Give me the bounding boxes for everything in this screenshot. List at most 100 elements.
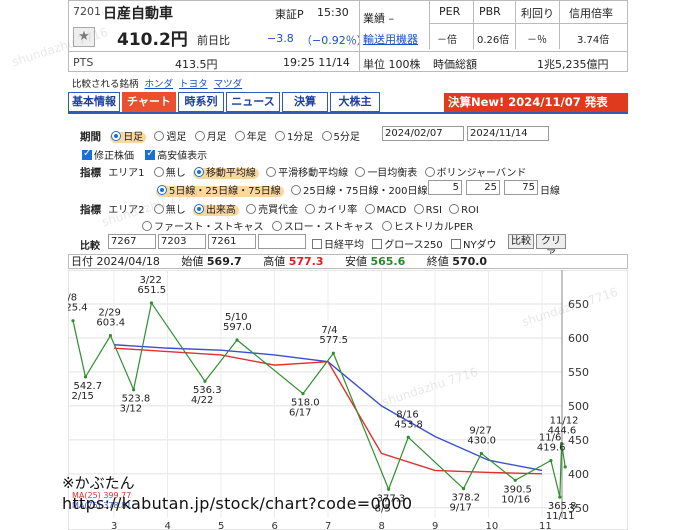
y-tick-label: 500 bbox=[568, 400, 589, 413]
checkbox-icon bbox=[450, 239, 461, 249]
area1-ichimoku-label: 一目均衡表 bbox=[367, 168, 418, 179]
ma-set-5-25-75[interactable]: 5日線・25日線・75日線 bbox=[156, 185, 284, 197]
yield-label: 利回り bbox=[521, 7, 554, 20]
area1-ichimoku[interactable]: 一目均衡表 bbox=[355, 167, 418, 179]
clear-button[interactable]: クリア bbox=[536, 234, 566, 260]
x-tick-label: 7 bbox=[325, 521, 331, 530]
option-row: 修正株価 高安値表示 bbox=[82, 147, 207, 162]
compare-link-toyota[interactable]: トヨタ bbox=[179, 79, 208, 90]
area1-smooth-ma[interactable]: 平滑移動平均線 bbox=[266, 167, 348, 179]
industry-link[interactable]: 輸送用機器 bbox=[363, 31, 418, 47]
tab-earnings[interactable]: 決算 bbox=[282, 92, 328, 112]
pts-time: 19:25 11/14 bbox=[283, 56, 350, 69]
radio-icon bbox=[153, 167, 164, 177]
ma-custom-3-input[interactable]: 75 bbox=[504, 180, 538, 195]
ma-custom-2-input[interactable]: 25 bbox=[466, 180, 500, 195]
price-point bbox=[132, 388, 136, 392]
yield-value: －％ bbox=[527, 35, 547, 46]
area2-deviation-label: カイリ率 bbox=[317, 205, 358, 216]
period-monthly[interactable]: 月足 bbox=[194, 131, 227, 143]
price-point bbox=[563, 465, 567, 469]
area2-slow-stoch[interactable]: スロー・ストキャス bbox=[271, 221, 374, 233]
period-weekly[interactable]: 週足 bbox=[154, 131, 187, 143]
annotation-value: 9/17 bbox=[450, 503, 472, 514]
source-url: https://kabutan.jp/stock/chart?code=0000 bbox=[62, 494, 413, 513]
area1-bollinger-label: ボリンジャーバンド bbox=[436, 168, 527, 179]
compare-label: 比較される銘柄 bbox=[72, 79, 139, 90]
area2-hist-per[interactable]: ヒストリカルPER bbox=[381, 221, 473, 233]
price-point bbox=[513, 478, 517, 482]
pts-price: 413.5円 bbox=[175, 58, 218, 71]
price-point bbox=[461, 487, 466, 491]
growth-checkbox[interactable]: グロース250 bbox=[372, 239, 443, 251]
market-cap-value: 1兆5,235億円 bbox=[537, 58, 609, 71]
nikkei-checkbox[interactable]: 日経平均 bbox=[312, 239, 364, 251]
compare-code-1-input[interactable]: 7267 bbox=[108, 234, 156, 249]
stock-code: 7201 bbox=[73, 5, 101, 18]
checkbox-icon bbox=[82, 148, 92, 160]
area1-ma-label: 移動平均線 bbox=[205, 168, 256, 179]
compare-code-4-input[interactable] bbox=[258, 234, 306, 249]
period-weekly-label: 週足 bbox=[166, 132, 187, 143]
radio-icon bbox=[355, 167, 366, 177]
period-monthly-label: 月足 bbox=[206, 132, 227, 143]
area1-none[interactable]: 無し bbox=[153, 167, 186, 179]
favorite-star-icon[interactable]: ★ bbox=[73, 27, 95, 47]
area2-macd[interactable]: MACD bbox=[364, 204, 406, 216]
period-5min[interactable]: 5分足 bbox=[321, 131, 360, 143]
tab-news[interactable]: ニュース bbox=[226, 92, 280, 112]
industry-label: 業績 – bbox=[363, 12, 394, 25]
price-change-pct: （−0.92％） bbox=[301, 34, 368, 47]
area2-volume[interactable]: 出来高 bbox=[192, 204, 239, 216]
y-tick-label: 600 bbox=[568, 332, 589, 345]
compare-link-mazda[interactable]: マツダ bbox=[214, 79, 243, 90]
adjusted-price-checkbox[interactable]: 修正株価 bbox=[82, 148, 134, 162]
source-label: ※かぶたん bbox=[62, 474, 135, 492]
tab-basic-info[interactable]: 基本情報 bbox=[68, 92, 120, 112]
ma-set-25-75-200[interactable]: 25日線・75日線・200日線 bbox=[291, 185, 428, 197]
price-chart[interactable]: 日付 2024/04/18 始値 569.7 高値 577.3 安値 565.6… bbox=[68, 254, 628, 530]
compare-button[interactable]: 比較 bbox=[508, 234, 534, 249]
indicator-area2-row: 指標 エリア2 無し 出来高 売買代金 カイリ率 MACD RSI ROI bbox=[80, 201, 479, 217]
date-from-input[interactable]: 2024/02/07 bbox=[382, 126, 464, 141]
area1-bollinger[interactable]: ボリンジャーバンド bbox=[424, 167, 527, 179]
ohlc-high: 577.3 bbox=[288, 255, 324, 268]
area2-label: エリア2 bbox=[108, 205, 145, 216]
earnings-news-banner[interactable]: 決算New! 2024/11/07 発表 bbox=[444, 93, 628, 112]
tab-shareholders[interactable]: 大株主 bbox=[330, 92, 380, 112]
tab-chart[interactable]: チャート bbox=[122, 92, 176, 112]
compare-code-3-input[interactable]: 7261 bbox=[208, 234, 256, 249]
area2-turnover[interactable]: 売買代金 bbox=[246, 204, 298, 216]
ohlc-high-label: 高値 bbox=[263, 255, 286, 268]
ma-set-row: 5日線・25日線・75日線 25日線・75日線・200日線 bbox=[156, 182, 449, 197]
annotation-value: 453.8 bbox=[394, 419, 423, 430]
price-point bbox=[558, 495, 562, 499]
period-1min[interactable]: 1分足 bbox=[274, 131, 313, 143]
y-tick-label: 400 bbox=[568, 468, 589, 481]
checkbox-icon bbox=[372, 239, 383, 249]
price-point bbox=[149, 301, 154, 305]
nydow-checkbox[interactable]: NYダウ bbox=[450, 239, 497, 251]
annotation-value: 6/17 bbox=[289, 408, 311, 419]
period-daily[interactable]: 日足 bbox=[110, 131, 147, 143]
area2-none[interactable]: 無し bbox=[153, 204, 186, 216]
compare-index-row: 日経平均 グロース250 NYダウ bbox=[312, 236, 497, 251]
tab-underline bbox=[68, 112, 628, 114]
ma-custom-1-input[interactable]: 5 bbox=[428, 180, 462, 195]
area1-ma[interactable]: 移動平均線 bbox=[192, 167, 259, 179]
area2-roi[interactable]: ROI bbox=[449, 204, 479, 216]
period-yearly[interactable]: 年足 bbox=[234, 131, 267, 143]
date-to-input[interactable]: 2024/11/14 bbox=[467, 126, 549, 141]
area2-fast-stoch[interactable]: ファースト・ストキャス bbox=[142, 221, 264, 233]
area2-deviation[interactable]: カイリ率 bbox=[305, 204, 358, 216]
ohlc-date-label: 日付 bbox=[71, 255, 93, 268]
compare-code-2-input[interactable]: 7203 bbox=[158, 234, 206, 249]
chart-canvas[interactable]: 350400450500550600650345678910112/8625.4… bbox=[68, 270, 628, 530]
compare-link-honda[interactable]: ホンダ bbox=[145, 79, 174, 90]
pbr-value: 0.26倍 bbox=[477, 35, 510, 46]
ma-set-25-75-200-label: 25日線・75日線・200日線 bbox=[303, 186, 428, 197]
area2-rsi[interactable]: RSI bbox=[413, 204, 442, 216]
high-low-checkbox[interactable]: 高安値表示 bbox=[145, 148, 207, 162]
radio-icon bbox=[142, 221, 152, 231]
tab-timeseries[interactable]: 時系列 bbox=[178, 92, 224, 112]
